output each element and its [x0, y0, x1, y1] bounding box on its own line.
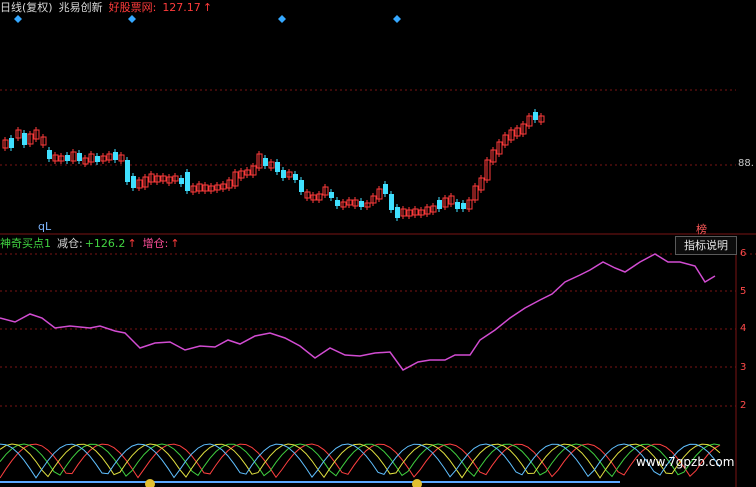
candle-body: [335, 200, 340, 206]
candle-body: [437, 200, 442, 209]
right-axis-label-5: 2: [740, 400, 747, 411]
candle-body: [281, 170, 286, 178]
candle-body: [263, 158, 268, 166]
candle-body: [185, 172, 190, 191]
marker-diamond-icon: [14, 15, 22, 23]
right-axis-label-4: 3: [740, 362, 747, 373]
reduce-arrow-icon: ↑: [127, 237, 137, 250]
indicator-bar: 神奇买点1 减仓: +126.2 ↑ 增仓: ↑: [0, 236, 186, 252]
candle-body: [131, 176, 136, 188]
marker-dot-icon: [145, 479, 155, 487]
site-label: 好股票网:: [108, 1, 157, 14]
candle-body: [389, 194, 394, 210]
marker-diamond-icon: [393, 15, 401, 23]
candle-body: [125, 160, 130, 182]
marker-diamond-icon: [128, 15, 136, 23]
marker-dot-icon: [412, 479, 422, 487]
period-label[interactable]: 日线(复权): [0, 1, 53, 14]
marker-diamond-icon: [278, 15, 286, 23]
right-axis-label-2: 5: [740, 286, 747, 297]
watermark: www.7gpzb.com: [636, 455, 735, 469]
reduce-label: 减仓:: [57, 237, 83, 250]
rank-label: 榜: [696, 223, 707, 236]
candle-body: [293, 174, 298, 180]
candle-body: [533, 112, 538, 120]
indicator-name[interactable]: 神奇买点1: [0, 237, 51, 250]
candle-body: [461, 203, 466, 209]
right-axis-label-3: 4: [740, 323, 747, 334]
indicator-line: [0, 253, 716, 371]
candle-body: [65, 155, 70, 161]
candle-body: [359, 201, 364, 207]
candle-body: [275, 162, 280, 172]
candle-body: [47, 150, 52, 159]
add-label: 增仓:: [142, 237, 169, 250]
reduce-value: +126.2: [84, 237, 126, 250]
candle-body: [95, 156, 100, 162]
right-axis-label-1: 6: [740, 248, 747, 259]
candle-body: [9, 138, 14, 148]
site-value: 127.17: [162, 1, 201, 14]
candle-body: [455, 202, 460, 209]
candle-body: [22, 133, 27, 145]
candle-body: [395, 207, 400, 218]
candle-body: [383, 184, 388, 194]
ql-label: qL: [38, 220, 52, 233]
title-bar: 日线(复权) 兆易创新 好股票网: 127.17 ↑: [0, 0, 218, 16]
candle-body: [77, 153, 82, 161]
price-axis-label: 88.: [738, 158, 754, 169]
up-arrow-icon: ↑: [202, 1, 213, 14]
add-arrow-icon: ↑: [170, 237, 180, 250]
candle-body: [113, 152, 118, 160]
stock-name: 兆易创新: [58, 1, 103, 14]
indicator-explain-button[interactable]: 指标说明: [675, 236, 737, 255]
candle-body: [299, 180, 304, 192]
candle-body: [179, 178, 184, 184]
candle-body: [329, 192, 334, 198]
